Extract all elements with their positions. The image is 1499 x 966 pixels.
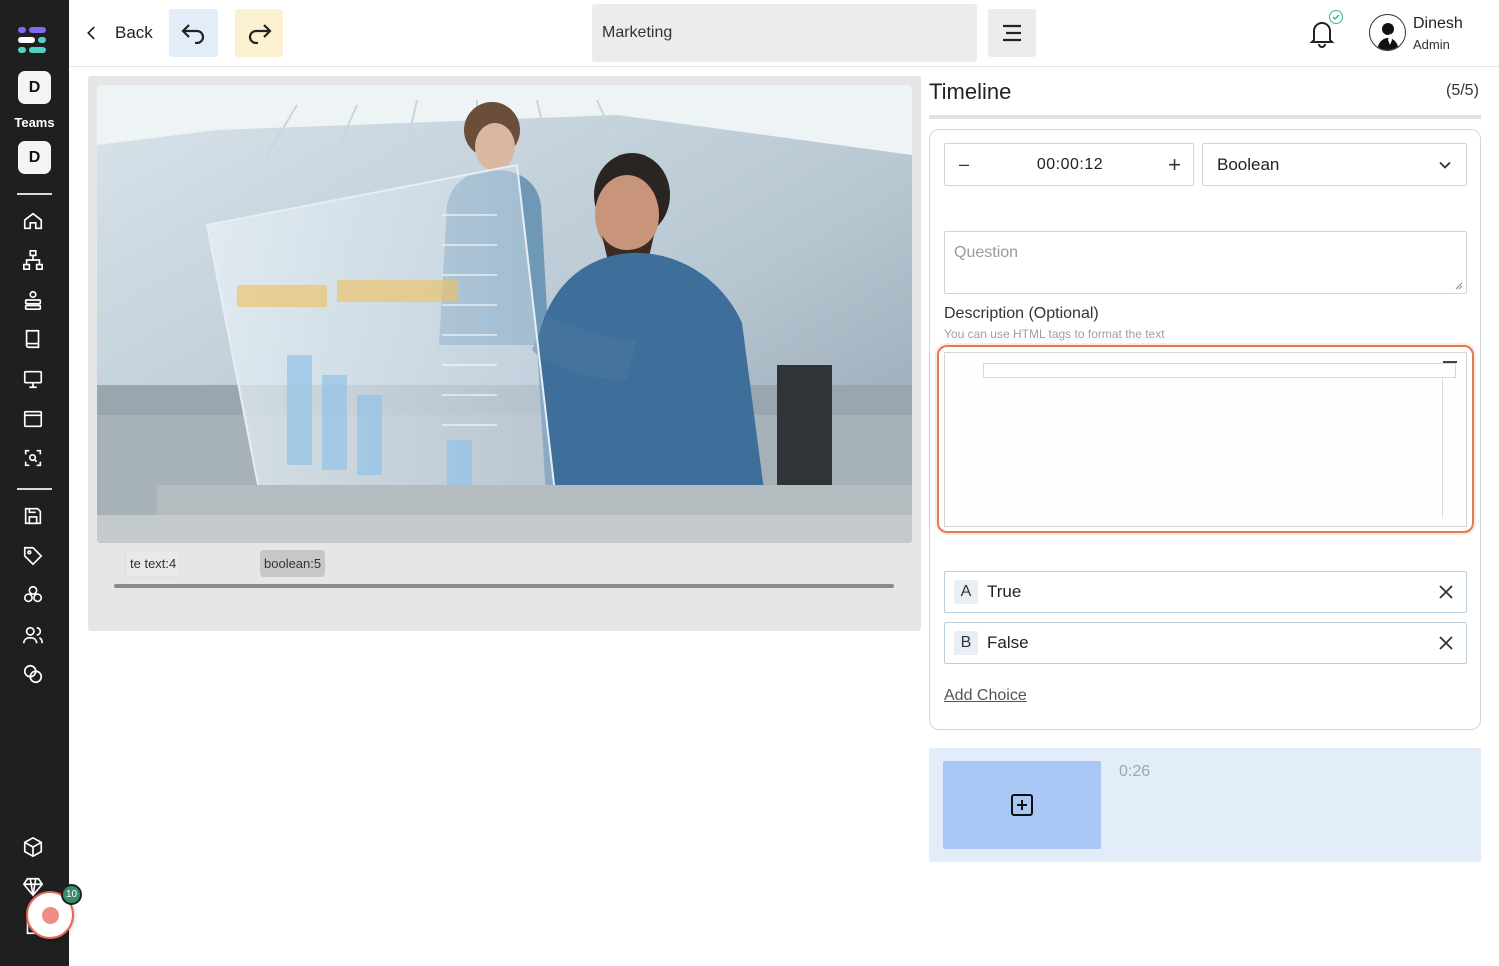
video-progress-track[interactable] (114, 584, 894, 588)
plus-square-icon (1011, 794, 1033, 816)
video-frame-image (97, 85, 912, 543)
minimize-icon[interactable] (1443, 361, 1457, 363)
editor-toolbar[interactable] (983, 363, 1456, 378)
timeline-count: (5/5) (1446, 82, 1479, 99)
user-role: Admin (1413, 37, 1450, 52)
question-textarea[interactable]: Question (944, 231, 1467, 294)
save-icon[interactable] (22, 505, 44, 527)
record-dot-icon (41, 906, 59, 924)
sidebar-divider (17, 488, 52, 490)
menu-icon (1003, 24, 1021, 42)
record-count-badge: 10 (61, 884, 82, 905)
sidebar: D Teams D (0, 0, 69, 966)
close-icon[interactable] (1438, 635, 1454, 651)
home-icon[interactable] (22, 210, 44, 232)
add-clip-button[interactable] (943, 761, 1101, 849)
description-label: Description (Optional) (944, 305, 1099, 322)
editor-scrollbar[interactable] (1442, 378, 1443, 518)
video-panel: te text:4 boolean:5 (88, 76, 921, 631)
undo-button[interactable] (169, 9, 218, 57)
coins-icon[interactable] (22, 663, 44, 685)
choice-item[interactable]: B False (944, 622, 1467, 664)
question-placeholder: Question (954, 244, 1019, 261)
menu-button[interactable] (988, 9, 1036, 57)
cubes-icon[interactable] (22, 584, 44, 606)
choice-text[interactable]: True (987, 582, 1438, 602)
browser-icon[interactable] (22, 408, 44, 430)
add-choice-link[interactable]: Add Choice (944, 687, 1027, 705)
time-stepper[interactable]: – 00:00:12 + (944, 143, 1194, 186)
notification-check-icon (1329, 10, 1343, 24)
undo-icon (180, 24, 204, 44)
app-logo[interactable] (16, 24, 48, 56)
title-input[interactable]: Marketing (592, 4, 977, 62)
avatar[interactable] (1369, 14, 1406, 51)
back-label: Back (115, 23, 153, 42)
team-chip-primary[interactable]: D (18, 71, 51, 104)
package-icon[interactable] (22, 836, 44, 858)
timeline-title: Timeline (929, 79, 1012, 104)
timeline-marker-text[interactable]: te text:4 (125, 550, 182, 577)
top-bar: Back Marketing Dinesh Admin (69, 0, 1499, 67)
user-name: Dinesh (1413, 15, 1463, 32)
scan-icon[interactable] (22, 447, 44, 469)
description-editor[interactable] (944, 352, 1467, 527)
close-icon[interactable] (1438, 584, 1454, 600)
time-increment-button[interactable]: + (1168, 154, 1181, 176)
back-button[interactable]: Back (83, 18, 153, 48)
resize-grip-icon[interactable] (1455, 282, 1463, 290)
description-hint: You can use HTML tags to format the text (944, 327, 1165, 341)
question-type-select[interactable]: Boolean (1202, 143, 1467, 186)
question-type-value: Boolean (1217, 154, 1280, 174)
user-avatar-icon (1377, 23, 1399, 50)
sidebar-divider (17, 193, 52, 195)
users-icon[interactable] (22, 624, 44, 646)
teams-label: Teams (14, 115, 55, 130)
monitor-icon[interactable] (22, 368, 44, 390)
clip-time: 0:26 (1119, 763, 1151, 780)
book-icon[interactable] (22, 328, 44, 350)
choice-text[interactable]: False (987, 633, 1438, 653)
redo-icon (248, 24, 272, 44)
hierarchy-icon[interactable] (22, 249, 44, 271)
redo-button[interactable] (235, 9, 283, 57)
choice-letter: A (954, 580, 978, 604)
timeline-divider (929, 115, 1481, 119)
choice-letter: B (954, 631, 978, 655)
team-chip-secondary[interactable]: D (18, 141, 51, 174)
chevron-left-icon (87, 26, 95, 40)
tag-icon[interactable] (22, 545, 44, 567)
choice-item[interactable]: A True (944, 571, 1467, 613)
video-player[interactable] (97, 85, 912, 543)
stack-icon[interactable] (22, 289, 44, 311)
chevron-down-icon (1439, 161, 1451, 169)
time-value[interactable]: 00:00:12 (945, 156, 1195, 174)
timeline-marker-boolean[interactable]: boolean:5 (260, 550, 326, 577)
